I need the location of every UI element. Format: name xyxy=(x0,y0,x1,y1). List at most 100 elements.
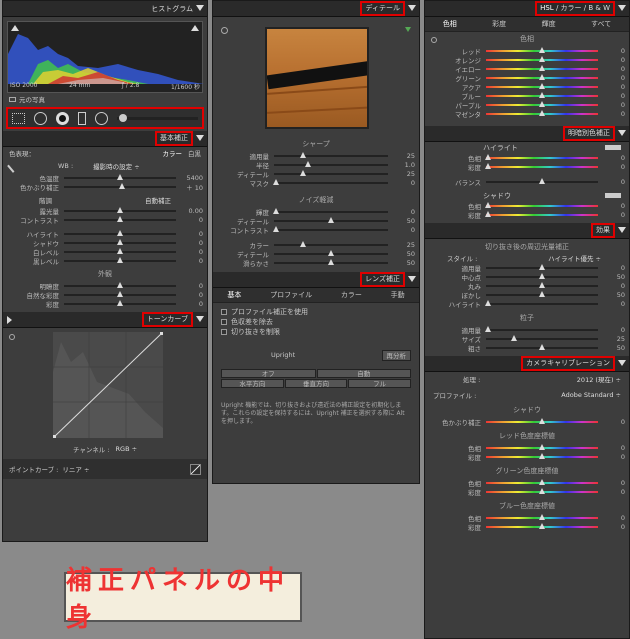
slider-thumb[interactable] xyxy=(539,263,545,270)
slider-thumb[interactable] xyxy=(539,91,545,98)
slider-track[interactable] xyxy=(486,73,598,80)
slider-thumb[interactable] xyxy=(539,417,545,424)
slider-track[interactable] xyxy=(486,290,598,297)
profile-dropdown[interactable]: Adobe Standard ÷ xyxy=(561,391,621,399)
slider-value[interactable]: 50 xyxy=(603,291,625,299)
slider-thumb[interactable] xyxy=(328,258,334,265)
hsl-header[interactable]: HSL / カラー / B & W xyxy=(425,1,629,17)
redeye-icon[interactable] xyxy=(56,111,69,125)
slider-value[interactable]: 0 xyxy=(603,56,625,64)
hsl-tab[interactable]: HSL xyxy=(540,4,554,12)
slider-track[interactable] xyxy=(485,325,598,332)
slider-thumb[interactable] xyxy=(485,153,492,160)
detail-header[interactable]: ディテール xyxy=(213,1,419,17)
slider-track[interactable] xyxy=(486,343,598,350)
slider-thumb[interactable] xyxy=(539,290,545,297)
slider-thumb[interactable] xyxy=(299,151,306,158)
collapse-icon[interactable] xyxy=(408,276,416,282)
color-tab[interactable]: カラー xyxy=(561,4,582,12)
eyedropper-icon[interactable] xyxy=(7,159,20,173)
slider-value[interactable]: 0 xyxy=(603,211,625,219)
slider-track[interactable] xyxy=(274,151,388,158)
slider-value[interactable]: 0 xyxy=(603,488,625,496)
tab-basic[interactable]: 基本 xyxy=(227,290,241,300)
tonecurve-header[interactable]: トーンカーブ xyxy=(3,312,207,328)
process-dropdown[interactable]: 2012 (現在) ÷ xyxy=(577,374,621,384)
collapse-icon[interactable] xyxy=(196,135,204,141)
point-curve-dropdown[interactable]: リニア ÷ xyxy=(62,464,190,474)
clip-shadow-icon[interactable] xyxy=(11,25,19,31)
reanalyze-button[interactable]: 再分析 xyxy=(381,349,411,361)
slider-thumb[interactable] xyxy=(539,443,545,450)
upright-level-button[interactable]: 水平方向 xyxy=(221,379,284,388)
slider-value[interactable]: 0 xyxy=(603,300,625,308)
slider-value[interactable]: 50 xyxy=(603,344,625,352)
slider-track[interactable] xyxy=(486,334,598,341)
slider-track[interactable] xyxy=(486,417,598,424)
slider-track[interactable] xyxy=(64,229,176,236)
constrain-crop-check[interactable]: 切り抜きを制限 xyxy=(213,327,419,337)
slider-value[interactable]: 0 xyxy=(393,226,415,234)
split-header[interactable]: 明暗別色補正 xyxy=(425,126,629,142)
slider-track[interactable] xyxy=(64,281,176,288)
slider-thumb[interactable] xyxy=(539,478,545,485)
collapse-icon[interactable] xyxy=(618,227,626,233)
slider-track[interactable] xyxy=(274,258,388,265)
preview-toggle-icon[interactable] xyxy=(405,27,411,32)
slider-thumb[interactable] xyxy=(117,173,123,180)
slider-value[interactable]: 0 xyxy=(181,216,203,224)
tab-manual[interactable]: 手動 xyxy=(391,290,405,300)
slider-value[interactable]: 0 xyxy=(603,453,625,461)
slider-value[interactable]: 0 xyxy=(603,101,625,109)
slider-thumb[interactable] xyxy=(539,487,545,494)
slider-thumb[interactable] xyxy=(485,299,492,306)
slider-track[interactable] xyxy=(64,173,176,180)
slider-value[interactable]: 0 xyxy=(181,257,203,265)
slider-track[interactable] xyxy=(273,178,388,185)
slider-value[interactable]: 0 xyxy=(181,239,203,247)
remove-ca-check[interactable]: 色収差を除去 xyxy=(213,317,419,327)
clip-highlight-icon[interactable] xyxy=(191,25,199,31)
radial-filter-icon[interactable] xyxy=(95,111,108,125)
slider-value[interactable]: 25 xyxy=(603,335,625,343)
slider-track[interactable] xyxy=(486,177,598,184)
slider-value[interactable]: 0 xyxy=(181,291,203,299)
slider-track[interactable] xyxy=(485,153,598,160)
tab-saturation[interactable]: 彩度 xyxy=(492,19,506,29)
slider-value[interactable]: 50 xyxy=(393,217,415,225)
collapse-icon[interactable] xyxy=(196,316,204,322)
slider-value[interactable]: 0 xyxy=(603,202,625,210)
slider-value[interactable]: 50 xyxy=(393,250,415,258)
slider-thumb[interactable] xyxy=(328,249,334,256)
auto-tone-button[interactable]: 自動補正 xyxy=(145,195,171,205)
color-button[interactable]: カラー xyxy=(163,148,183,158)
target-adjust-icon[interactable] xyxy=(221,27,228,34)
slider-value[interactable]: 0 xyxy=(393,179,415,187)
slider-track[interactable] xyxy=(485,162,598,169)
slider-value[interactable]: 0 xyxy=(603,282,625,290)
slider-thumb[interactable] xyxy=(117,290,123,297)
tab-all[interactable]: すべて xyxy=(591,19,611,29)
slider-thumb[interactable] xyxy=(119,182,126,189)
slider-thumb[interactable] xyxy=(117,229,123,236)
highlight-swatch[interactable] xyxy=(605,145,621,150)
slider-track[interactable] xyxy=(274,160,388,167)
slider-thumb[interactable] xyxy=(539,64,545,71)
slider-track[interactable] xyxy=(486,91,598,98)
slider-track[interactable] xyxy=(274,169,388,176)
slider-track[interactable] xyxy=(273,207,388,214)
slider-value[interactable]: 0 xyxy=(603,418,625,426)
slider-track[interactable] xyxy=(274,216,388,223)
tab-luminance[interactable]: 輝度 xyxy=(542,19,556,29)
collapse-icon[interactable] xyxy=(618,5,626,11)
slider-thumb[interactable] xyxy=(117,247,123,254)
upright-vertical-button[interactable]: 垂直方向 xyxy=(284,379,348,388)
slider-track[interactable] xyxy=(64,206,176,213)
slider-thumb[interactable] xyxy=(117,299,123,306)
slider-thumb[interactable] xyxy=(539,343,545,350)
slider-thumb[interactable] xyxy=(273,178,280,185)
slider-track[interactable] xyxy=(486,64,598,71)
slider-value[interactable]: 0 xyxy=(603,154,625,162)
point-curve-edit-icon[interactable] xyxy=(190,463,201,475)
slider-track[interactable] xyxy=(486,281,598,288)
